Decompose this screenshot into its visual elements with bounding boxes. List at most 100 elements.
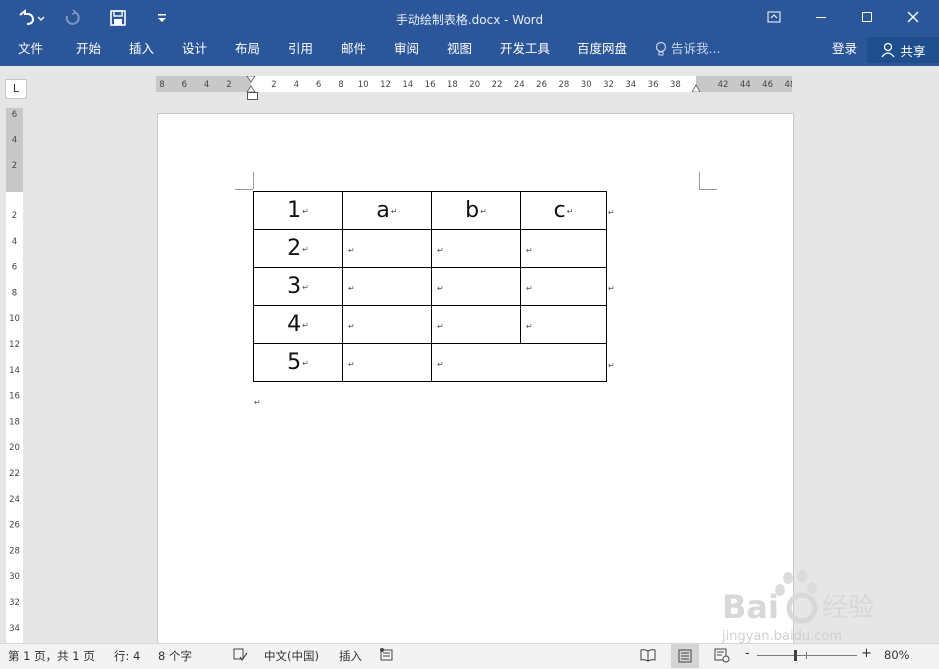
tab-home[interactable]: 开始 [76,36,101,66]
ruler-tick-label: 28 [9,546,20,556]
paragraph-mark: ↵ [437,360,444,369]
zoom-slider-thumb[interactable] [794,650,797,661]
web-layout-button[interactable] [713,647,731,666]
tab-developer[interactable]: 开发工具 [500,36,550,66]
save-button[interactable] [104,7,132,29]
document-page[interactable]: 1↵ a↵ b↵ c↵ 2↵ ↵ ↵ ↵ 3↵ ↵ ↵ ↵ 4↵ ↵ ↵ ↵ 5… [157,113,794,654]
table-cell[interactable]: ↵ [431,267,521,306]
read-mode-button[interactable] [639,647,657,666]
table-cell[interactable]: ↵ [520,267,607,306]
undo-button[interactable] [14,7,48,29]
table-cell[interactable]: 4↵ [253,305,343,344]
ribbon-display-icon [767,11,781,23]
paragraph-mark: ↵ [390,206,398,216]
minimize-button[interactable] [804,5,838,29]
end-of-row-mark: ↵ [608,208,615,217]
cell-text: 2 [287,236,302,261]
macro-record-button[interactable] [379,647,395,666]
ruler-tick-label: 4 [12,237,17,247]
word-count[interactable]: 8 个字 [158,648,192,664]
table-cell[interactable]: ↵ [520,229,607,268]
share-button[interactable]: 共享 [867,37,939,63]
zoom-out-button[interactable]: - [745,646,750,661]
page-count[interactable]: 第 1 页，共 1 页 [8,648,95,664]
table-cell[interactable]: 1↵ [253,191,343,230]
table-cell[interactable]: ↵ [342,229,432,268]
table-cell[interactable]: ↵ [431,229,521,268]
tab-baidu-netdisk[interactable]: 百度网盘 [577,36,627,66]
ruler-tick-label: 6 [316,80,321,90]
table-cell[interactable]: 5↵ [253,343,343,382]
redo-button[interactable] [58,7,86,29]
proofing-icon [233,648,248,662]
table-cell[interactable]: 3↵ [253,267,343,306]
paragraph-mark: ↵ [302,244,309,254]
horizontal-ruler[interactable]: 8642 2 4 6 8 10 12 14 16 18 20 22 24 26 28 30 32 34 36 38 … [156,76,792,92]
insert-mode[interactable]: 插入 [339,648,362,664]
tab-design[interactable]: 设计 [182,36,207,66]
crop-mark-top-left-h [235,189,253,190]
tell-me-label: 告诉我... [671,41,721,56]
table-cell[interactable]: a↵ [342,191,432,230]
print-layout-button[interactable] [671,644,699,668]
tab-selector-button[interactable]: L [5,79,27,99]
table-cell[interactable]: b↵ [431,191,521,230]
tab-review[interactable]: 审阅 [394,36,419,66]
table-cell[interactable]: ↵ [342,305,432,344]
table-cell[interactable]: c↵ [520,191,607,230]
cell-text: a [376,198,390,223]
ruler-tick-label: 36 [648,80,659,90]
close-button[interactable] [896,5,930,29]
table-cell[interactable]: 2↵ [253,229,343,268]
table-merged-cell[interactable]: ↵ [431,343,607,382]
ruler-tick-label: 14 [402,80,413,90]
tab-mailings[interactable]: 邮件 [341,36,366,66]
table-cell[interactable]: ↵ [342,343,432,382]
zoom-slider-center-tick [806,652,807,659]
tell-me-search[interactable]: 告诉我... [654,36,720,62]
language-indicator[interactable]: 中文(中国) [264,648,319,664]
ruler-tick-label: 12 [380,80,391,90]
ruler-tick-label: 12 [9,340,20,350]
ruler-tick-label: 2 [271,80,276,90]
left-indent-box[interactable] [247,92,258,100]
ruler-tick-label: 2 [12,211,17,221]
customize-icon [158,14,166,22]
zoom-slider[interactable] [757,650,857,661]
zoom-level[interactable]: 80% [884,648,910,662]
tab-file[interactable]: 文件 [18,36,43,66]
paragraph-mark: ↵ [348,360,355,369]
cell-text: c [553,198,566,223]
paragraph-mark: ↵ [348,246,355,255]
table-cell[interactable]: ↵ [520,305,607,344]
cell-text: 1 [287,198,302,223]
ruler-tick-label: 42 [718,80,729,90]
table-cell[interactable]: ↵ [431,305,521,344]
paragraph-mark: ↵ [302,320,309,330]
tab-references[interactable]: 引用 [288,36,313,66]
tab-insert[interactable]: 插入 [129,36,154,66]
document-table[interactable]: 1↵ a↵ b↵ c↵ 2↵ ↵ ↵ ↵ 3↵ ↵ ↵ ↵ 4↵ ↵ ↵ ↵ 5… [253,191,607,382]
ribbon-display-options-button[interactable] [757,5,791,29]
save-icon [110,10,126,26]
minimize-icon [816,17,826,18]
maximize-button[interactable] [850,5,884,29]
ruler-tick-label: 34 [625,80,636,90]
maximize-icon [862,12,872,22]
ruler-tick-label: 22 [9,469,20,479]
sign-in-link[interactable]: 登录 [832,36,857,66]
ruler-tick-label: 4 [294,80,299,90]
tab-layout[interactable]: 布局 [235,36,260,66]
vertical-ruler[interactable]: 642 246810121416182022242628303234 [6,108,23,643]
paragraph-mark: ↵ [480,206,487,216]
customize-quick-access-button[interactable] [150,7,174,29]
print-layout-icon [678,649,692,663]
redo-icon [65,9,80,25]
zoom-in-button[interactable]: + [861,646,872,661]
proofing-button[interactable] [232,647,248,666]
tab-view[interactable]: 视图 [447,36,472,66]
end-of-row-mark: ↵ [608,361,615,370]
paragraph-mark: ↵ [348,284,355,293]
table-cell[interactable]: ↵ [342,267,432,306]
cell-text: 3 [287,274,302,299]
